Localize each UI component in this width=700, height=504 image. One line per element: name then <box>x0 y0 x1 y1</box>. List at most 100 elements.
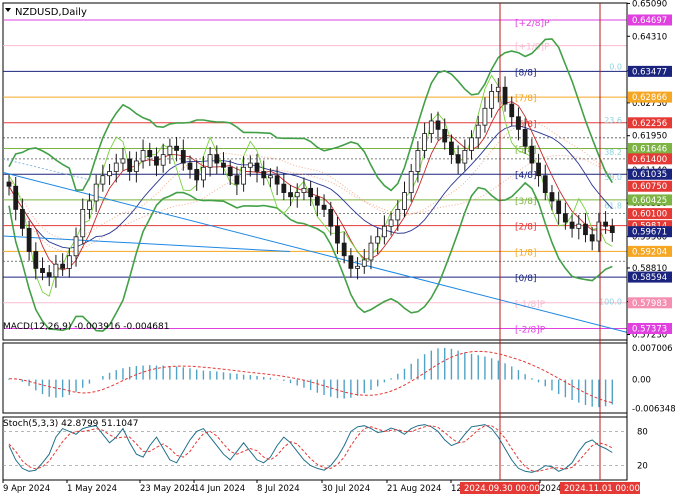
candle-body <box>147 150 153 158</box>
candle-body <box>194 168 200 181</box>
x-tick-label: 9 Apr 2024 <box>3 484 50 494</box>
price-tag-label: 0.60100 <box>632 210 667 220</box>
candle-body <box>469 137 474 151</box>
candle-body <box>542 175 548 193</box>
candle-body <box>395 209 401 221</box>
candle-body <box>462 150 468 164</box>
murrey-label: [2/8] <box>515 223 537 233</box>
candle-body <box>375 236 381 244</box>
macd-panel-frame <box>2 342 628 414</box>
x-tick-label: 30 Jul 2024 <box>322 484 370 494</box>
macd-title: MACD(12,26,9) -0.003916 -0.004681 <box>3 322 169 332</box>
candle-body <box>422 133 428 151</box>
murrey-label: [+2/8]P <box>515 19 550 29</box>
fib-label: 0.0 <box>609 62 622 71</box>
price-tag-label: 0.62866 <box>632 93 667 103</box>
candle-body <box>167 145 173 156</box>
candle-body <box>133 160 139 172</box>
x-tick-label: 14 Jun 2024 <box>194 484 245 494</box>
time-axis: 9 Apr 2024 1 May 2024 23 May 202414 Jun 20… <box>2 480 640 494</box>
chart-svg: [+2/8]P[+1/8]P[8/8][7/8][6/8][5/8][4/8][… <box>2 0 676 494</box>
candle-body <box>180 150 186 164</box>
price-tag-label: 0.59671 <box>632 228 667 238</box>
candle-body <box>381 225 387 238</box>
y-tick-label: 0.65090 <box>632 0 667 9</box>
candle-body <box>274 175 280 185</box>
candle-body <box>549 192 555 202</box>
candle-body <box>100 175 106 185</box>
candle-body <box>281 183 287 193</box>
murrey-label: [0/8] <box>515 274 537 284</box>
candle-body <box>26 227 32 252</box>
candle-body <box>46 272 52 278</box>
candle-body <box>73 236 79 257</box>
candle-body <box>536 162 541 177</box>
murrey-label: [4/8] <box>515 171 537 181</box>
candle-body <box>127 158 133 172</box>
candle-body <box>361 259 367 267</box>
candle-body <box>93 183 99 202</box>
candle-body <box>40 267 45 274</box>
candle-body <box>562 213 568 223</box>
candle-body <box>583 223 588 236</box>
candle-body <box>241 166 247 185</box>
candle-body <box>187 162 193 170</box>
time-marker-label: 2024.11.01 00:00 <box>564 484 640 494</box>
candle-body <box>20 209 25 229</box>
candle-body <box>449 141 454 156</box>
candle-body <box>154 156 159 166</box>
candle-body <box>87 200 92 210</box>
candle-body <box>13 185 19 210</box>
time-marker-label: 2024.09.30 00:00 <box>464 484 540 494</box>
x-tick-label: 2024 <box>540 484 562 494</box>
murrey-label: [8/8] <box>515 68 537 78</box>
candle-body <box>408 171 414 193</box>
fib-label: 100.0 <box>599 297 622 306</box>
candle-body <box>388 219 394 227</box>
candle-body <box>214 154 220 164</box>
candle-body <box>6 181 12 187</box>
candle-body <box>33 251 39 269</box>
candle-body <box>200 166 206 181</box>
candle-body <box>475 124 481 139</box>
candle-body <box>402 192 407 210</box>
candle-body <box>341 242 347 257</box>
macd-axis-label: -0.006348 <box>632 404 676 414</box>
candle-body <box>227 166 233 177</box>
candle-body <box>576 223 582 229</box>
candle-body <box>174 145 179 151</box>
candle-body <box>308 187 314 198</box>
price-tag-label: 0.58594 <box>632 273 667 283</box>
price-tag-label: 0.57373 <box>632 324 667 334</box>
candle-body <box>207 154 213 168</box>
candle-body <box>261 171 267 179</box>
price-tag-label: 0.61035 <box>632 170 667 180</box>
x-tick-label: 21 Aug 2024 <box>387 484 441 494</box>
x-tick-label: 23 May 2024 <box>140 484 195 494</box>
candle-body <box>509 103 515 118</box>
candle-body <box>120 158 126 164</box>
x-tick-label: 8 Jul 2024 <box>257 484 300 494</box>
y-tick-label: 0.64310 <box>632 32 667 42</box>
candle-body <box>140 150 146 162</box>
stoch-axis-label: 80 <box>637 427 648 437</box>
price-tag-label: 0.61646 <box>632 144 667 154</box>
price-tag-label: 0.60750 <box>632 182 667 192</box>
candle-body <box>288 192 293 198</box>
candle-body <box>529 145 535 164</box>
price-tag-label: 0.57983 <box>632 299 667 309</box>
candle-body <box>234 175 240 185</box>
candle-body <box>428 120 434 134</box>
candle-body <box>556 200 562 215</box>
candle-body <box>522 128 528 147</box>
candle-body <box>435 120 441 130</box>
candle-body <box>348 255 354 269</box>
candle-body <box>368 242 374 261</box>
stoch-axis-label: 20 <box>637 462 648 472</box>
candle-body <box>247 162 253 168</box>
candle-body <box>355 265 360 269</box>
murrey-label: [+1/8]P <box>515 43 550 53</box>
candle-body <box>609 225 615 233</box>
candle-body <box>328 209 334 227</box>
candle-body <box>589 234 595 242</box>
